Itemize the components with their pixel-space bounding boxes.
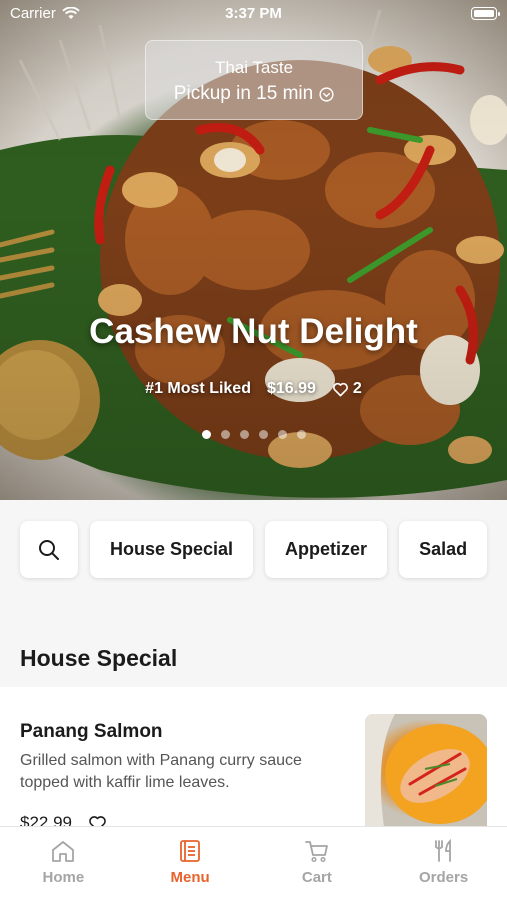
hero-banner[interactable]: Carrier 3:37 PM Thai Taste Pickup in 15 …	[0, 0, 507, 500]
category-chip-salad[interactable]: Salad	[399, 521, 488, 578]
featured-dish-price: $16.99	[266, 380, 316, 397]
likes-count: 2	[352, 380, 362, 397]
search-icon	[39, 539, 59, 560]
heart-icon	[332, 382, 348, 396]
category-chip-appetizer[interactable]: Appetizer	[265, 521, 388, 578]
carousel-dot[interactable]	[239, 430, 249, 439]
tab-label: Orders	[419, 869, 469, 886]
orders-icon	[434, 839, 451, 862]
menu-item-name: Panang Salmon	[20, 721, 163, 742]
carousel-dot[interactable]	[220, 430, 230, 439]
pickup-time-label: Pickup in 15 min	[173, 83, 314, 104]
category-chip-house-special[interactable]: House Special	[90, 521, 254, 578]
menu-item-price-row: $22.99	[20, 813, 107, 827]
tab-home[interactable]: Home	[0, 827, 127, 900]
category-bar: House Special Appetizer Salad	[20, 521, 488, 578]
carousel-dot[interactable]	[258, 430, 268, 439]
chevron-down-circle-icon	[319, 86, 334, 102]
menu-item-image	[365, 714, 487, 827]
section-title: House Special	[20, 645, 178, 671]
carousel-dot[interactable]	[277, 430, 287, 439]
pickup-selector[interactable]: Thai Taste Pickup in 15 min	[145, 40, 363, 120]
tab-menu[interactable]: Menu	[127, 827, 254, 900]
menu-item-card[interactable]: Panang Salmon Grilled salmon with Panang…	[0, 687, 507, 827]
featured-dish-likes[interactable]: 2	[332, 380, 362, 398]
status-time: 3:37 PM	[225, 5, 282, 22]
salmon-dish-image	[365, 714, 487, 827]
menu-icon	[180, 840, 201, 862]
featured-dish-meta: #1 Most Liked $16.99 2	[0, 380, 507, 398]
featured-dish-title: Cashew Nut Delight	[89, 312, 418, 351]
tab-label: Menu	[170, 869, 210, 886]
tab-orders[interactable]: Orders	[380, 827, 507, 900]
menu-item-price: $22.99	[20, 813, 72, 827]
home-icon	[52, 841, 75, 862]
carousel-dots	[0, 430, 507, 439]
menu-item-description: Grilled salmon with Panang curry sauce t…	[20, 752, 302, 791]
search-button[interactable]	[20, 521, 78, 578]
tab-bar: Home Menu Cart Orders	[0, 826, 507, 900]
pickup-time-row: Pickup in 15 min	[174, 83, 334, 105]
featured-dish-tag: #1 Most Liked	[145, 380, 251, 397]
tab-cart[interactable]: Cart	[254, 827, 381, 900]
carousel-dot[interactable]	[201, 430, 211, 439]
carousel-dot[interactable]	[296, 430, 306, 439]
tab-label: Cart	[301, 869, 332, 886]
tab-label: Home	[42, 869, 85, 886]
cart-icon	[304, 841, 328, 863]
status-bar: Carrier 3:37 PM	[0, 0, 507, 28]
battery-icon	[471, 7, 500, 20]
store-name: Thai Taste	[214, 58, 294, 77]
